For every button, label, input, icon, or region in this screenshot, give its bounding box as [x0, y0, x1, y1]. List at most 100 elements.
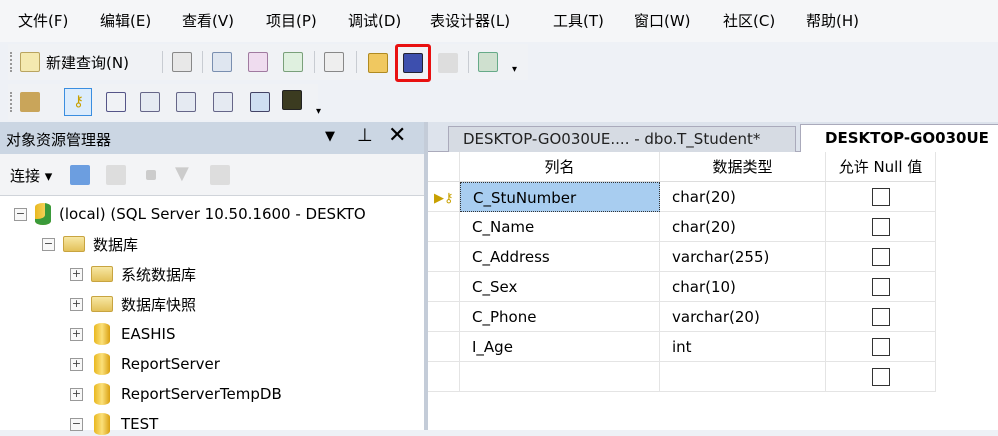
menu-tools[interactable]: 工具(T)	[553, 10, 604, 31]
column-name-cell[interactable]: C_Phone	[460, 302, 660, 332]
column-name-cell[interactable]: C_Sex	[460, 272, 660, 302]
generate-script-icon[interactable]	[20, 92, 40, 112]
collapse-icon[interactable]: −	[14, 207, 27, 221]
column-name-cell[interactable]: C_Address	[460, 242, 660, 272]
compact-query-icon[interactable]	[324, 52, 344, 72]
folder-icon	[91, 266, 113, 282]
allow-null-cell	[826, 362, 936, 392]
connect-label: 连接	[10, 167, 41, 185]
menu-file[interactable]: 文件(F)	[18, 10, 68, 31]
menu-help[interactable]: 帮助(H)	[806, 10, 859, 31]
tree-node-databases[interactable]: − 数据库	[42, 232, 138, 256]
expand-icon[interactable]: +	[70, 327, 83, 341]
tree-node-snapshots[interactable]: + 数据库快照	[70, 292, 196, 316]
row-selector[interactable]	[428, 212, 460, 242]
row-selector[interactable]	[428, 242, 460, 272]
data-type-cell[interactable]: varchar(255)	[660, 242, 826, 272]
expand-icon[interactable]: +	[70, 357, 83, 371]
print-icon	[438, 53, 458, 73]
connect-object-explorer-icon[interactable]	[70, 165, 90, 185]
allow-null-checkbox[interactable]	[871, 278, 890, 296]
save-button-highlight[interactable]	[395, 44, 431, 82]
column-name-cell[interactable]: C_StuNumber	[460, 182, 660, 212]
toolbar-grip[interactable]	[10, 92, 13, 112]
fulltext-index-icon[interactable]	[176, 92, 196, 112]
primary-key-icon: ▶⚷	[434, 191, 454, 206]
close-icon[interactable]: ✕	[388, 123, 406, 148]
database-engine-query-icon[interactable]	[172, 52, 192, 72]
allow-null-checkbox[interactable]	[871, 368, 890, 386]
activity-monitor-icon[interactable]	[478, 52, 498, 72]
xml-index-icon[interactable]	[213, 92, 233, 112]
allow-null-checkbox[interactable]	[871, 248, 890, 266]
check-constraints-icon[interactable]	[250, 92, 270, 112]
data-type-cell[interactable]	[660, 362, 826, 392]
row-selector[interactable]	[428, 332, 460, 362]
collapse-icon[interactable]: −	[70, 417, 83, 431]
dmx-query-icon[interactable]	[248, 52, 268, 72]
allow-null-checkbox[interactable]	[871, 308, 890, 326]
tree-node-reportservertempdb[interactable]: + ReportServerTempDB	[70, 382, 282, 406]
tree-node-test[interactable]: − TEST	[70, 412, 158, 436]
pin-icon[interactable]: ⊥	[357, 125, 373, 146]
tree-node-system-databases[interactable]: + 系统数据库	[70, 262, 196, 286]
allow-null-checkbox[interactable]	[871, 188, 890, 206]
dropdown-icon[interactable]: ▼	[325, 129, 335, 144]
menu-bar: 文件(F) 编辑(E) 查看(V) 项目(P) 调试(D) 表设计器(L) 工具…	[0, 0, 998, 42]
header-allow-null: 允许 Null 值	[826, 152, 936, 182]
node-label: 数据库	[93, 235, 139, 254]
tree-node-server[interactable]: − (local) (SQL Server 10.50.1600 - DESKTO	[14, 202, 366, 226]
header-data-type: 数据类型	[660, 152, 826, 182]
data-type-cell[interactable]: char(20)	[660, 182, 826, 212]
xmla-query-icon[interactable]	[283, 52, 303, 72]
node-label: 系统数据库	[121, 265, 197, 284]
separator	[202, 51, 203, 73]
relationships-icon[interactable]	[106, 92, 126, 112]
node-label: ReportServerTempDB	[121, 385, 282, 403]
header-column-name: 列名	[460, 152, 660, 182]
expand-icon[interactable]: +	[70, 267, 83, 281]
menu-project[interactable]: 项目(P)	[266, 10, 317, 31]
column-name-cell[interactable]: C_Name	[460, 212, 660, 242]
menu-debug[interactable]: 调试(D)	[348, 10, 401, 31]
data-type-cell[interactable]: int	[660, 332, 826, 362]
menu-view[interactable]: 查看(V)	[182, 10, 234, 31]
row-selector[interactable]: ▶⚷	[428, 182, 460, 212]
collapse-icon[interactable]: −	[42, 237, 55, 251]
separator	[356, 51, 357, 73]
row-selector[interactable]	[428, 302, 460, 332]
toolbar-overflow-icon[interactable]: ▾	[316, 106, 321, 117]
expand-icon[interactable]: +	[70, 297, 83, 311]
data-type-cell[interactable]: char(10)	[660, 272, 826, 302]
allow-null-checkbox[interactable]	[871, 338, 890, 356]
indexes-keys-icon[interactable]	[140, 92, 160, 112]
column-name-cell[interactable]: I_Age	[460, 332, 660, 362]
menu-window[interactable]: 窗口(W)	[634, 10, 691, 31]
expand-icon[interactable]: +	[70, 387, 83, 401]
menu-community[interactable]: 社区(C)	[723, 10, 775, 31]
data-type-cell[interactable]: varchar(20)	[660, 302, 826, 332]
toolbar-grip[interactable]	[10, 52, 13, 72]
set-primary-key-button[interactable]: ⚷	[64, 88, 92, 116]
connect-button[interactable]: 连接 ▾	[10, 165, 52, 186]
toolbar-overflow-icon[interactable]: ▾	[512, 64, 517, 75]
menu-edit[interactable]: 编辑(E)	[100, 10, 151, 31]
new-query-button[interactable]: 新建查询(N)	[46, 52, 129, 73]
menu-table-designer[interactable]: 表设计器(L)	[430, 10, 510, 31]
tree-node-eashis[interactable]: + EASHIS	[70, 322, 176, 346]
row-selector[interactable]	[428, 362, 460, 392]
row-selector[interactable]	[428, 272, 460, 302]
spatial-index-icon[interactable]	[282, 90, 302, 110]
open-file-icon[interactable]	[368, 53, 388, 73]
sync-icon	[210, 165, 230, 185]
tab-active[interactable]: DESKTOP-GO030UE	[800, 124, 998, 153]
tree-node-reportserver[interactable]: + ReportServer	[70, 352, 220, 376]
data-type-cell[interactable]: char(20)	[660, 212, 826, 242]
column-name-cell[interactable]	[460, 362, 660, 392]
mdx-query-icon[interactable]	[212, 52, 232, 72]
tab-table-student[interactable]: DESKTOP-GO030UE.... - dbo.T_Student*	[448, 126, 796, 152]
allow-null-cell	[826, 212, 936, 242]
stop-icon	[146, 170, 156, 180]
allow-null-checkbox[interactable]	[871, 218, 890, 236]
separator	[468, 51, 469, 73]
